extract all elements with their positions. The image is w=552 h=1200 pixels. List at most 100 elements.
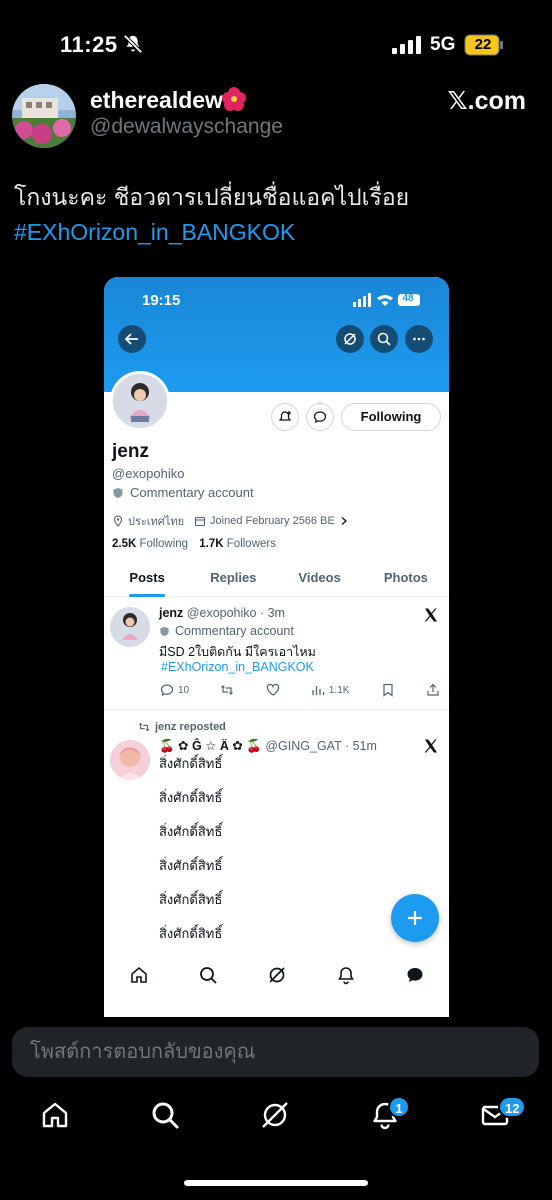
tab-replies[interactable]: Replies <box>190 567 276 596</box>
bell-plus-icon <box>278 411 292 421</box>
chat-icon[interactable] <box>405 965 425 985</box>
followers-count-label: Followers <box>226 538 276 550</box>
like-button[interactable] <box>266 683 280 697</box>
text-line: สิ่งศักดิ์สิทธิ์ <box>159 824 223 839</box>
attached-screenshot[interactable]: 19:15 48 Following jenz @exopohiko Comme… <box>104 277 449 1017</box>
nav-grok[interactable] <box>250 1090 300 1140</box>
grok-icon <box>262 1102 288 1128</box>
share-button[interactable] <box>426 683 440 697</box>
followers-count: 1.7K <box>199 538 224 550</box>
views-count: 1.1K <box>328 684 350 696</box>
following-count-label: Following <box>139 538 189 550</box>
nav-home[interactable] <box>30 1090 80 1140</box>
grok-button[interactable] <box>336 325 364 353</box>
text-line: สิ่งศักดิ์สิทธิ์ <box>159 858 223 873</box>
profile-label: Commentary account <box>112 485 254 500</box>
profile-location: ประเทศไทย <box>128 516 185 528</box>
tweet-text: โกงนะคะ ชีอวตารเปลี่ยนชื่อแอคไปเรื่อย #E… <box>14 180 534 250</box>
bookmark-button[interactable] <box>381 683 395 697</box>
location-pin-icon <box>113 515 123 527</box>
x-com-label[interactable]: 𝕏.com <box>448 86 527 116</box>
tab-photos[interactable]: Photos <box>363 567 449 596</box>
author-display-name[interactable]: etherealdew <box>90 87 223 114</box>
profile-counts: 2.5K Following 1.7K Followers <box>112 538 276 550</box>
notifications-badge: 1 <box>388 1096 410 1118</box>
bottom-nav: 1 12 <box>0 1090 552 1150</box>
share-icon <box>427 683 439 696</box>
tweet-body: โกงนะคะ ชีอวตารเปลี่ยนชื่อแอคไปเรื่อย <box>14 184 410 210</box>
author-avatar[interactable] <box>12 84 76 148</box>
post-actions: 10 1.1K <box>160 683 440 697</box>
home-icon[interactable] <box>129 965 149 985</box>
chevron-right-icon[interactable] <box>339 516 349 526</box>
profile-tabs: Posts Replies Videos Photos <box>104 567 449 597</box>
signal-icon <box>392 36 421 54</box>
following-button[interactable]: Following <box>341 403 441 431</box>
bar-chart-icon <box>312 686 325 695</box>
grok-icon[interactable] <box>267 965 287 985</box>
bell-slash-icon <box>123 34 143 54</box>
back-button[interactable] <box>118 325 146 353</box>
calendar-icon <box>194 516 206 527</box>
tweet-hashtag-link[interactable]: #EXhOrizon_in_BANGKOK <box>14 215 534 250</box>
post-handle-time: @exopohiko · 3m <box>186 606 285 620</box>
text-line: สิ่งศักดิ์สิทธิ์ <box>159 892 223 907</box>
profile-handle: @exopohiko <box>112 466 185 481</box>
embed-bottom-nav <box>104 955 449 995</box>
nav-search[interactable] <box>140 1090 190 1140</box>
tab-posts[interactable]: Posts <box>104 567 190 597</box>
reply-icon <box>160 684 174 697</box>
search-icon <box>377 332 391 346</box>
post-text: มีSD 2ใบติดกัน มีใครเอาไหม <box>159 645 316 659</box>
post-author-name[interactable]: 🍒 ✿ Ĝ ☆ Ä ✿ 🍒 <box>159 739 262 753</box>
repost-icon <box>221 685 234 695</box>
home-indicator[interactable] <box>184 1180 368 1186</box>
repost-text: สิ่งศักดิ์สิทธิ์ สิ่งศักดิ์สิทธิ์ สิ่งศั… <box>159 754 222 958</box>
shield-icon <box>113 487 123 498</box>
bookmark-icon <box>383 683 393 697</box>
x-logo-icon <box>424 608 437 622</box>
plus-icon <box>408 911 422 925</box>
profile-name: jenz <box>112 441 149 462</box>
following-count-link[interactable]: 2.5K Following <box>112 538 188 550</box>
followers-count-link[interactable]: 1.7K Followers <box>199 538 276 550</box>
more-icon <box>413 337 425 341</box>
embed-battery-level: 48 <box>402 293 414 304</box>
grok-icon <box>344 333 356 345</box>
tab-videos[interactable]: Videos <box>277 567 363 596</box>
profile-label-text: Commentary account <box>130 485 254 500</box>
status-bar: 11:25 5G 22 <box>0 0 552 90</box>
post-handle-time: @GING_GAT · 51m <box>265 739 377 753</box>
reply-button[interactable]: 10 <box>160 683 189 697</box>
post-item[interactable]: jenz @exopohiko · 3m Commentary account … <box>104 597 449 709</box>
arrow-left-icon <box>125 333 138 345</box>
post-avatar[interactable] <box>110 740 150 780</box>
more-button[interactable] <box>405 325 433 353</box>
author-handle[interactable]: @dewalwayschange <box>90 115 283 139</box>
search-icon[interactable] <box>198 965 218 985</box>
repost-label: jenz reposted <box>155 721 226 733</box>
embed-status-time: 19:15 <box>142 292 181 309</box>
bell-icon[interactable] <box>336 965 356 985</box>
reply-input[interactable]: โพสต์การตอบกลับของคุณ <box>12 1027 539 1077</box>
repost-indicator: jenz reposted <box>138 721 226 733</box>
repost-button[interactable] <box>220 683 234 697</box>
post-avatar[interactable] <box>110 607 150 647</box>
profile-avatar[interactable] <box>110 371 170 431</box>
text-line: สิ่งศักดิ์สิทธิ์ <box>159 790 223 805</box>
message-button[interactable] <box>306 403 334 431</box>
compose-button[interactable] <box>391 894 439 942</box>
search-button[interactable] <box>370 325 398 353</box>
text-line: สิ่งศักดิ์สิทธิ์ <box>159 926 223 941</box>
repost-icon <box>138 722 150 732</box>
post-author-name[interactable]: jenz <box>159 606 183 620</box>
notification-subscribe-button[interactable] <box>271 403 299 431</box>
status-time: 11:25 <box>60 32 118 57</box>
profile-joined: Joined February 2566 BE <box>210 515 335 527</box>
messages-badge: 12 <box>498 1096 527 1118</box>
following-count: 2.5K <box>112 538 137 550</box>
profile-meta: ประเทศไทย Joined February 2566 BE <box>112 512 349 530</box>
views-button[interactable]: 1.1K <box>311 683 350 697</box>
post-hashtag-link[interactable]: #EXhOrizon_in_BANGKOK <box>161 660 314 674</box>
post-author-label: Commentary account <box>159 624 294 638</box>
